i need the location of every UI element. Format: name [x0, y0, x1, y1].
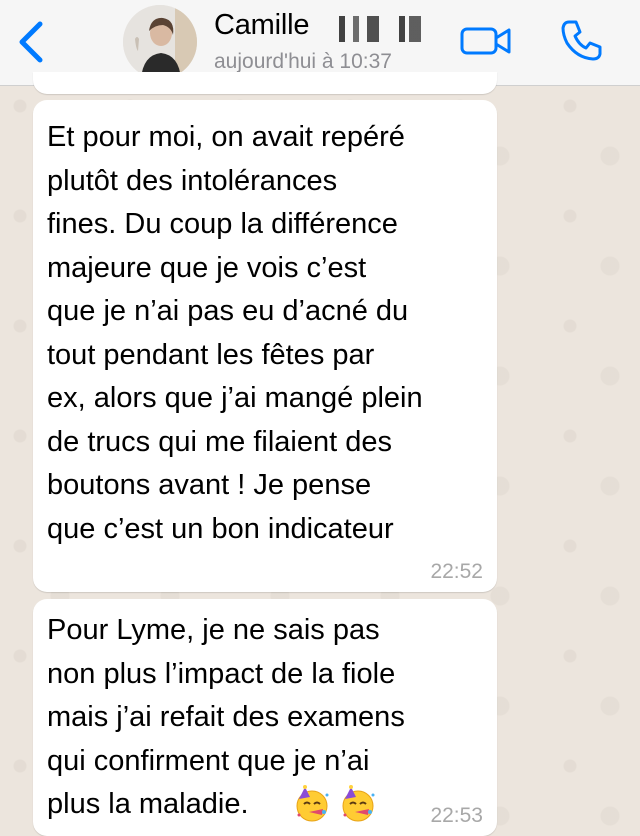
redacted-name	[339, 16, 421, 42]
avatar[interactable]	[123, 5, 197, 79]
last-seen-status: aujourd'hui à 10:37	[214, 50, 392, 73]
partying-face-emoji	[296, 785, 329, 822]
message-text: Et pour moi, on avait repéré plutôt des …	[47, 121, 423, 545]
phone-icon[interactable]	[560, 18, 604, 62]
contact-name[interactable]: Camille	[214, 9, 309, 42]
partying-face-emoji	[342, 785, 375, 822]
previous-message-bubble-edge	[33, 72, 497, 94]
message-text: Pour Lyme, je ne sais pas non plus l’imp…	[47, 614, 405, 820]
message-timestamp: 22:53	[430, 804, 483, 827]
message-timestamp: 22:52	[430, 560, 483, 583]
message-bubble[interactable]: Pour Lyme, je ne sais pas non plus l’imp…	[33, 599, 497, 836]
chevron-left-icon[interactable]	[14, 20, 48, 64]
message-bubble[interactable]: Et pour moi, on avait repéré plutôt des …	[33, 100, 497, 592]
video-camera-icon[interactable]	[460, 26, 512, 56]
